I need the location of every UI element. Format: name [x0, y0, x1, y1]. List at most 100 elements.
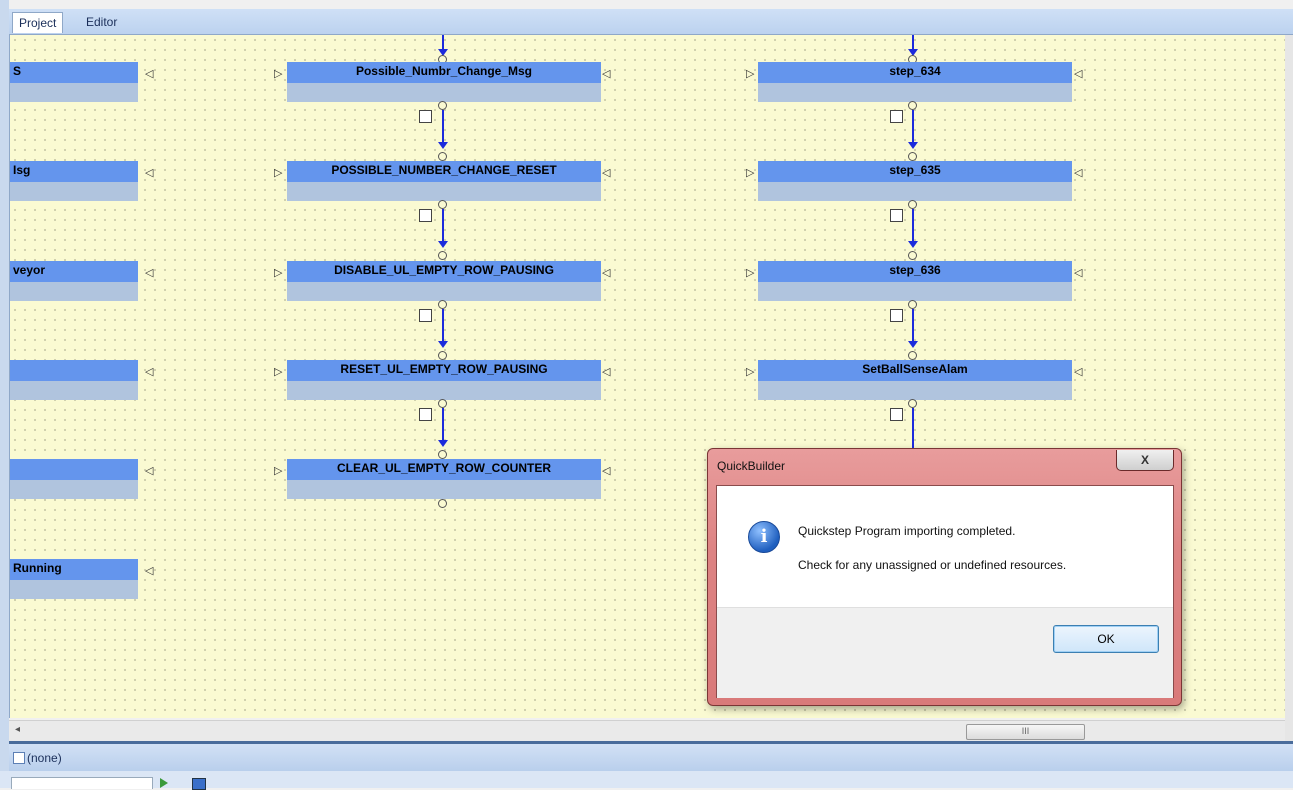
transition-checkbox[interactable]	[419, 209, 432, 222]
flow-step[interactable]: RESET_UL_EMPTY_ROW_PAUSING	[287, 360, 601, 400]
flow-step[interactable]: DISABLE_UL_EMPTY_ROW_PAUSING	[287, 261, 601, 301]
arrow-down-icon	[438, 142, 448, 149]
connector-node	[438, 300, 447, 309]
connector-node	[438, 499, 447, 508]
flow-connector	[442, 209, 444, 243]
step-label: Running	[10, 559, 138, 580]
output-port-icon: ◁	[602, 167, 611, 179]
connector-node	[438, 351, 447, 360]
flow-step[interactable]: SetBallSenseAlam	[758, 360, 1072, 400]
flow-step[interactable]: step_636	[758, 261, 1072, 301]
scrollbar-thumb[interactable]: III	[966, 724, 1085, 740]
flow-step[interactable]: Possible_Numbr_Change_Msg	[287, 62, 601, 102]
connector-node	[908, 101, 917, 110]
step-label: CLEAR_UL_EMPTY_ROW_COUNTER	[287, 459, 601, 480]
output-port-icon: ◁	[145, 366, 154, 378]
step-label: veyor	[10, 261, 138, 282]
output-port-icon: ◁	[602, 267, 611, 279]
arrow-down-icon	[438, 341, 448, 348]
connector-node	[908, 152, 917, 161]
input-port-icon: ▷	[746, 267, 755, 279]
step-label	[10, 459, 138, 480]
flow-step[interactable]: POSSIBLE_NUMBER_CHANGE_RESET	[287, 161, 601, 201]
output-port-icon: ◁	[145, 267, 154, 279]
output-port-icon: ◁	[1074, 267, 1083, 279]
horizontal-scrollbar[interactable]: ◂ III	[9, 720, 1285, 742]
connector-node	[908, 251, 917, 260]
dialog-message-line2: Check for any unassigned or undefined re…	[798, 558, 1067, 572]
close-button[interactable]: X	[1116, 450, 1174, 471]
flow-connector	[912, 309, 914, 343]
input-port-icon: ▷	[274, 68, 283, 80]
bottom-input[interactable]	[11, 777, 153, 789]
output-port-icon: ◁	[1074, 366, 1083, 378]
tab-bar: Project Editor	[9, 9, 1293, 35]
transition-checkbox[interactable]	[419, 309, 432, 322]
info-icon: i	[748, 521, 780, 553]
step-label: step_636	[758, 261, 1072, 282]
flow-step[interactable]: S	[10, 62, 138, 102]
flow-step[interactable]: Isg	[10, 161, 138, 201]
vertical-scroll-strip	[1285, 35, 1293, 741]
ok-button[interactable]: OK	[1053, 625, 1159, 653]
step-label: Possible_Numbr_Change_Msg	[287, 62, 601, 83]
connector-node	[908, 351, 917, 360]
flow-step[interactable]: step_635	[758, 161, 1072, 201]
connector-node	[908, 200, 917, 209]
transition-checkbox[interactable]	[890, 110, 903, 123]
arrow-down-icon	[438, 241, 448, 248]
transition-checkbox[interactable]	[890, 209, 903, 222]
flow-step[interactable]	[10, 459, 138, 499]
connector-node	[908, 399, 917, 408]
flow-step[interactable]: Running	[10, 559, 138, 599]
output-port-icon: ◁	[602, 465, 611, 477]
transition-checkbox[interactable]	[419, 408, 432, 421]
transition-checkbox[interactable]	[419, 110, 432, 123]
flow-step[interactable]	[10, 360, 138, 400]
arrow-down-icon	[908, 142, 918, 149]
flow-connector	[912, 110, 914, 144]
flow-connector	[442, 309, 444, 343]
flow-step[interactable]: veyor	[10, 261, 138, 301]
output-port-icon: ◁	[602, 68, 611, 80]
connector-node	[438, 200, 447, 209]
input-port-icon: ▷	[274, 366, 283, 378]
flow-step[interactable]: CLEAR_UL_EMPTY_ROW_COUNTER	[287, 459, 601, 499]
flow-connector	[442, 408, 444, 442]
output-port-icon: ◁	[145, 167, 154, 179]
connector-node	[438, 399, 447, 408]
step-label: S	[10, 62, 138, 83]
step-label: SetBallSenseAlam	[758, 360, 1072, 381]
scroll-left-icon[interactable]: ◂	[15, 724, 20, 735]
connector-node	[908, 300, 917, 309]
input-port-icon: ▷	[274, 267, 283, 279]
step-label: step_634	[758, 62, 1072, 83]
flow-connector	[912, 209, 914, 243]
input-port-icon: ▷	[746, 366, 755, 378]
transition-checkbox[interactable]	[890, 408, 903, 421]
message-dialog: QuickBuilder X i Quickstep Program impor…	[707, 448, 1182, 706]
connector-node	[438, 450, 447, 459]
arrow-down-icon	[908, 241, 918, 248]
tab-project[interactable]: Project	[12, 12, 64, 33]
input-port-icon: ▷	[274, 167, 283, 179]
bottom-toolbar	[0, 771, 1293, 790]
tab-editor[interactable]: Editor	[80, 12, 123, 33]
document-icon	[13, 752, 25, 764]
arrow-down-icon	[908, 341, 918, 348]
transition-checkbox[interactable]	[890, 309, 903, 322]
step-label: step_635	[758, 161, 1072, 182]
output-port-icon: ◁	[1074, 68, 1083, 80]
status-text: (none)	[27, 751, 62, 765]
arrow-down-icon	[438, 440, 448, 447]
dialog-body: i Quickstep Program importing completed.…	[716, 485, 1174, 698]
flow-step[interactable]: step_634	[758, 62, 1072, 102]
input-port-icon: ▷	[274, 465, 283, 477]
step-label	[10, 360, 138, 381]
run-icon[interactable]	[160, 778, 168, 788]
dialog-footer: OK	[717, 607, 1173, 698]
dialog-title: QuickBuilder	[717, 459, 786, 473]
input-port-icon: ▷	[746, 68, 755, 80]
window-icon[interactable]	[192, 778, 206, 790]
output-port-icon: ◁	[145, 465, 154, 477]
